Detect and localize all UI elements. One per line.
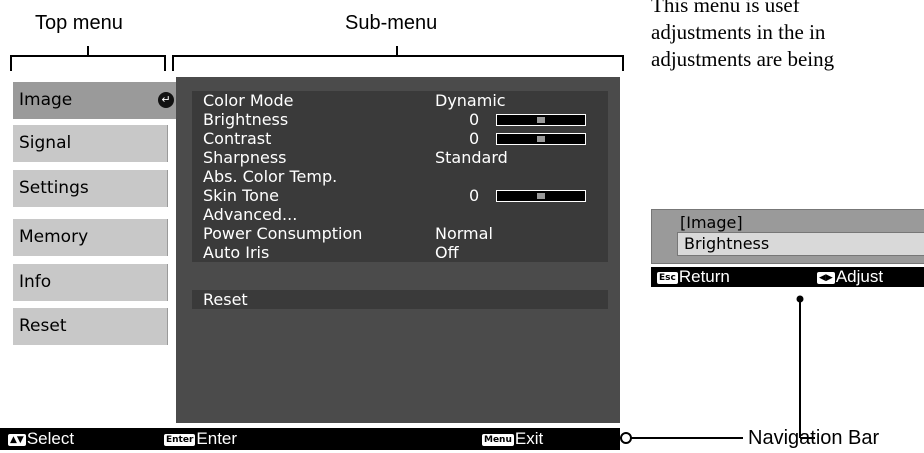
enter-icon: ↵ [158, 92, 174, 108]
paragraph-line-1: This menu is usef [651, 0, 800, 17]
paragraph-line-3: adjustments are being [651, 47, 835, 71]
skin-tone-label: Skin Tone [203, 186, 279, 205]
paragraph-line-2: adjustments in the in [651, 20, 826, 44]
sub-menu-row-reset[interactable] [192, 290, 608, 309]
auto-iris-label: Auto Iris [203, 243, 270, 262]
power-consumption-value: Normal [435, 224, 493, 243]
top-menu-item-label: Memory [19, 227, 89, 247]
top-menu-bracket [10, 55, 166, 71]
esc-key-icon: Esc [657, 272, 678, 284]
color-mode-value: Dynamic [435, 91, 506, 110]
up-down-key-icon: ▲▼ [8, 434, 26, 446]
sub-menu-bracket [172, 55, 624, 71]
power-consumption-label: Power Consumption [203, 224, 363, 243]
top-menu-item-label: Signal [19, 133, 72, 153]
slider-knob[interactable] [537, 193, 545, 199]
top-menu-item-label: Image [19, 90, 73, 110]
enter-key-icon: Enter [164, 434, 196, 446]
top-menu-item-settings[interactable]: Settings [13, 170, 168, 207]
mini-menu-selected-label: Brightness [684, 234, 770, 253]
reset-label: Reset [203, 290, 248, 309]
nav-enter-label: Enter [196, 429, 238, 448]
mini-menu-header: [Image] [680, 213, 743, 232]
brightness-value: 0 [469, 110, 480, 129]
slider-knob[interactable] [537, 136, 545, 142]
top-menu-item-label: Settings [19, 178, 89, 198]
nav-exit: Menu Exit [482, 428, 543, 450]
skin-tone-value: 0 [469, 186, 480, 205]
nav-select-label: Select [26, 429, 75, 448]
brightness-slider[interactable] [496, 114, 586, 126]
sub-menu-heading: Sub-menu [345, 12, 438, 34]
abs-color-temp-label: Abs. Color Temp. [203, 167, 338, 186]
top-menu-item-info[interactable]: Info [13, 264, 168, 301]
left-right-key-icon: ◀▶ [817, 272, 835, 284]
navigation-bar-heading: Navigation Bar [748, 427, 880, 449]
top-menu-heading: Top menu [35, 12, 123, 34]
nav-select: ▲▼ Select [8, 428, 74, 450]
color-mode-label: Color Mode [203, 91, 294, 110]
mini-nav-return-label: Return [678, 267, 730, 286]
skin-tone-slider[interactable] [496, 190, 586, 202]
contrast-label: Contrast [203, 129, 272, 148]
top-menu-item-image[interactable]: Image ↵ [13, 82, 177, 119]
nav-exit-label: Exit [514, 429, 544, 448]
mini-nav-return: Esc Return [657, 266, 730, 288]
nav-enter: Enter Enter [164, 428, 237, 450]
sharpness-label: Sharpness [203, 148, 287, 167]
top-menu-item-label: Reset [19, 316, 67, 336]
menu-key-icon: Menu [482, 434, 514, 446]
sub-menu-bracket-tick [396, 46, 398, 55]
mini-nav-adjust: ◀▶ Adjust [817, 266, 883, 288]
slider-knob[interactable] [537, 117, 545, 123]
brightness-label: Brightness [203, 110, 289, 129]
contrast-slider[interactable] [496, 133, 586, 145]
top-menu-item-label: Info [19, 272, 52, 292]
top-menu-item-signal[interactable]: Signal [13, 125, 168, 162]
mini-nav-adjust-label: Adjust [835, 267, 884, 286]
advanced-label: Advanced... [203, 205, 298, 224]
auto-iris-value: Off [435, 243, 459, 262]
contrast-value: 0 [469, 129, 480, 148]
navigation-bar-callout [620, 295, 815, 444]
top-menu-item-reset[interactable]: Reset [13, 308, 168, 345]
sharpness-value: Standard [435, 148, 508, 167]
top-menu-item-memory[interactable]: Memory [13, 219, 168, 256]
top-menu-bracket-tick [87, 46, 89, 55]
